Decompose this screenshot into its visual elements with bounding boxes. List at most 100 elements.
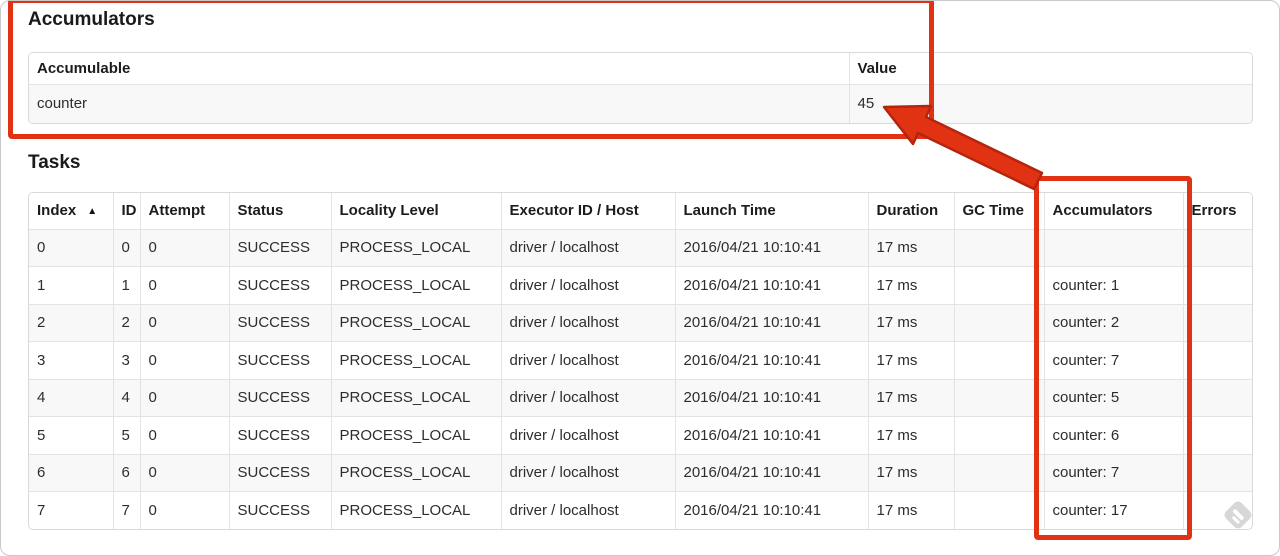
col-header-accumulable[interactable]: Accumulable bbox=[29, 53, 849, 84]
cell-accumulators: counter: 5 bbox=[1043, 378, 1183, 417]
col-header-accumulators[interactable]: Accumulators bbox=[1043, 193, 1183, 229]
cell-duration: 17 ms bbox=[867, 453, 954, 492]
cell-executor: driver / localhost bbox=[500, 341, 675, 379]
cell-launch-time: 2016/04/21 10:10:41 bbox=[674, 341, 868, 379]
cell-attempt: 0 bbox=[139, 303, 229, 342]
cell-attempt: 0 bbox=[139, 228, 229, 267]
cell-errors bbox=[1182, 416, 1252, 454]
tasks-heading: Tasks bbox=[28, 152, 81, 173]
cell-duration: 17 ms bbox=[867, 228, 954, 267]
cell-errors bbox=[1182, 266, 1252, 304]
cell-launch-time: 2016/04/21 10:10:41 bbox=[674, 378, 868, 417]
cell-accumulators: counter: 17 bbox=[1043, 491, 1183, 529]
cell-errors bbox=[1182, 378, 1252, 417]
cell-index: 3 bbox=[29, 341, 113, 379]
cell-status: SUCCESS bbox=[228, 378, 331, 417]
cell-locality: PROCESS_LOCAL bbox=[330, 341, 501, 379]
cell-accumulators bbox=[1043, 228, 1183, 267]
col-header-value[interactable]: Value bbox=[848, 53, 1252, 84]
cell-executor: driver / localhost bbox=[500, 453, 675, 492]
cell-errors bbox=[1182, 303, 1252, 342]
cell-id: 3 bbox=[112, 341, 140, 379]
cell-index: 6 bbox=[29, 453, 113, 492]
cell-duration: 17 ms bbox=[867, 416, 954, 454]
cell-launch-time: 2016/04/21 10:10:41 bbox=[674, 416, 868, 454]
cell-status: SUCCESS bbox=[228, 341, 331, 379]
task-row: 5 5 0 SUCCESS PROCESS_LOCAL driver / loc… bbox=[29, 416, 1252, 454]
cell-id: 5 bbox=[112, 416, 140, 454]
accumulators-heading: Accumulators bbox=[28, 9, 155, 30]
cell-executor: driver / localhost bbox=[500, 416, 675, 454]
cell-executor: driver / localhost bbox=[500, 303, 675, 342]
cell-launch-time: 2016/04/21 10:10:41 bbox=[674, 453, 868, 492]
cell-index: 5 bbox=[29, 416, 113, 454]
col-header-locality-level[interactable]: Locality Level bbox=[330, 193, 501, 229]
cell-locality: PROCESS_LOCAL bbox=[330, 266, 501, 304]
cell-attempt: 0 bbox=[139, 416, 229, 454]
cell-locality: PROCESS_LOCAL bbox=[330, 416, 501, 454]
cell-id: 6 bbox=[112, 453, 140, 492]
cell-locality: PROCESS_LOCAL bbox=[330, 491, 501, 529]
accumulators-table: Accumulable Value counter 45 bbox=[28, 52, 1253, 124]
cell-value: 45 bbox=[848, 83, 1252, 123]
cell-id: 7 bbox=[112, 491, 140, 529]
task-row: 3 3 0 SUCCESS PROCESS_LOCAL driver / loc… bbox=[29, 341, 1252, 379]
cell-index: 1 bbox=[29, 266, 113, 304]
cell-accumulators: counter: 1 bbox=[1043, 266, 1183, 304]
cell-attempt: 0 bbox=[139, 378, 229, 417]
cell-gc-time bbox=[953, 228, 1044, 267]
tasks-table: Index ▲ ID Attempt Status Locality Level … bbox=[28, 192, 1253, 530]
col-header-executor-id-host[interactable]: Executor ID / Host bbox=[500, 193, 675, 229]
cell-status: SUCCESS bbox=[228, 303, 331, 342]
cell-duration: 17 ms bbox=[867, 303, 954, 342]
task-row: 6 6 0 SUCCESS PROCESS_LOCAL driver / loc… bbox=[29, 453, 1252, 492]
cell-duration: 17 ms bbox=[867, 378, 954, 417]
col-header-gc-time[interactable]: GC Time bbox=[953, 193, 1044, 229]
cell-launch-time: 2016/04/21 10:10:41 bbox=[674, 491, 868, 529]
task-row: 2 2 0 SUCCESS PROCESS_LOCAL driver / loc… bbox=[29, 303, 1252, 342]
cell-errors bbox=[1182, 341, 1252, 379]
cell-gc-time bbox=[953, 491, 1044, 529]
cell-status: SUCCESS bbox=[228, 228, 331, 267]
cell-index: 0 bbox=[29, 228, 113, 267]
task-row: 0 0 0 SUCCESS PROCESS_LOCAL driver / loc… bbox=[29, 228, 1252, 267]
spark-stage-page: Accumulators Accumulable Value counter 4… bbox=[0, 0, 1280, 556]
cell-index: 2 bbox=[29, 303, 113, 342]
cell-accumulators: counter: 7 bbox=[1043, 453, 1183, 492]
col-header-attempt[interactable]: Attempt bbox=[139, 193, 229, 229]
cell-gc-time bbox=[953, 453, 1044, 492]
col-header-errors[interactable]: Errors bbox=[1182, 193, 1252, 229]
task-row: 1 1 0 SUCCESS PROCESS_LOCAL driver / loc… bbox=[29, 266, 1252, 304]
col-header-duration[interactable]: Duration bbox=[867, 193, 954, 229]
cell-accumulators: counter: 7 bbox=[1043, 341, 1183, 379]
cell-status: SUCCESS bbox=[228, 453, 331, 492]
cell-executor: driver / localhost bbox=[500, 228, 675, 267]
task-row: 4 4 0 SUCCESS PROCESS_LOCAL driver / loc… bbox=[29, 378, 1252, 417]
task-row: 7 7 0 SUCCESS PROCESS_LOCAL driver / loc… bbox=[29, 491, 1252, 529]
cell-errors bbox=[1182, 453, 1252, 492]
col-header-index[interactable]: Index ▲ bbox=[29, 193, 113, 229]
cell-index: 4 bbox=[29, 378, 113, 417]
cell-executor: driver / localhost bbox=[500, 378, 675, 417]
cell-id: 0 bbox=[112, 228, 140, 267]
cell-status: SUCCESS bbox=[228, 491, 331, 529]
cell-accumulators: counter: 6 bbox=[1043, 416, 1183, 454]
cell-errors bbox=[1182, 228, 1252, 267]
cell-attempt: 0 bbox=[139, 266, 229, 304]
cell-launch-time: 2016/04/21 10:10:41 bbox=[674, 228, 868, 267]
cell-gc-time bbox=[953, 378, 1044, 417]
sort-ascending-icon: ▲ bbox=[87, 206, 98, 218]
cell-locality: PROCESS_LOCAL bbox=[330, 378, 501, 417]
cell-gc-time bbox=[953, 341, 1044, 379]
cell-index: 7 bbox=[29, 491, 113, 529]
col-header-id[interactable]: ID bbox=[112, 193, 140, 229]
cell-locality: PROCESS_LOCAL bbox=[330, 228, 501, 267]
cell-attempt: 0 bbox=[139, 491, 229, 529]
cell-id: 2 bbox=[112, 303, 140, 342]
col-header-index-label: Index bbox=[37, 202, 77, 220]
cell-gc-time bbox=[953, 266, 1044, 304]
cell-executor: driver / localhost bbox=[500, 266, 675, 304]
cell-gc-time bbox=[953, 416, 1044, 454]
col-header-status[interactable]: Status bbox=[228, 193, 331, 229]
col-header-launch-time[interactable]: Launch Time bbox=[674, 193, 868, 229]
